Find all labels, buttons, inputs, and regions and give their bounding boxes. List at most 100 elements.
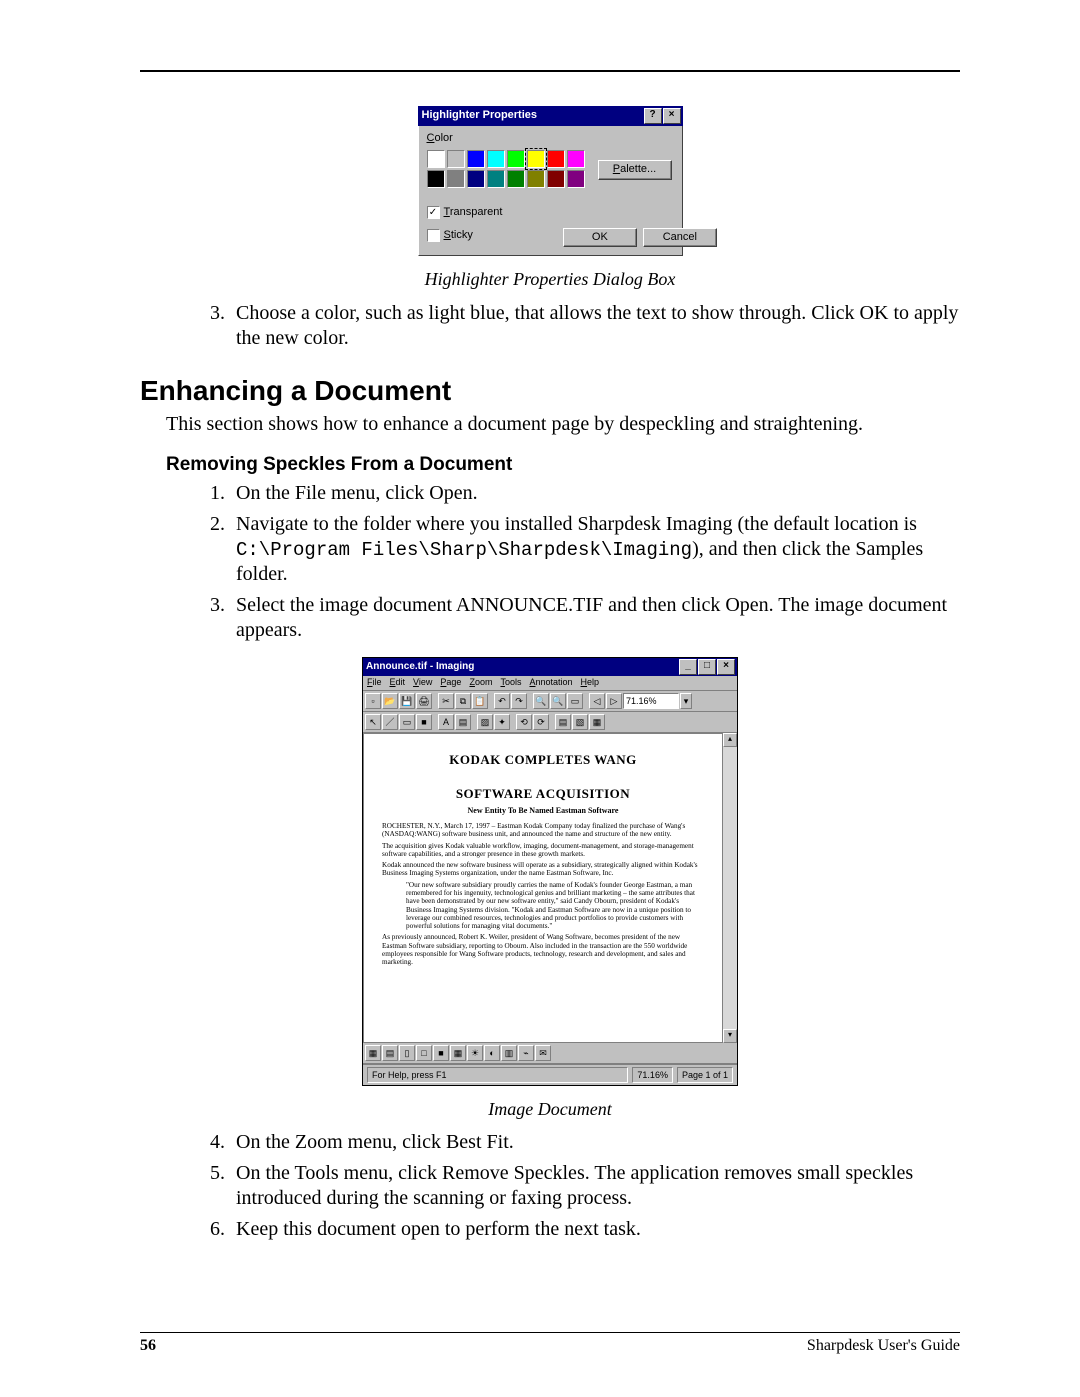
copy-icon[interactable]: ⧉ — [455, 693, 471, 709]
open-icon[interactable]: 📂 — [382, 693, 398, 709]
color-swatch[interactable] — [527, 170, 545, 188]
document-viewport[interactable]: KODAK COMPLETES WANG SOFTWARE ACQUISITIO… — [363, 733, 723, 1043]
zoom-sel-icon[interactable]: ▭ — [567, 693, 583, 709]
menu-view[interactable]: View — [413, 677, 432, 688]
despeckle-icon[interactable]: ▤ — [555, 714, 571, 730]
color-swatch[interactable] — [567, 170, 585, 188]
checkbox-checked-icon[interactable]: ✓ — [427, 206, 440, 219]
annot-fillrect-icon[interactable]: ■ — [416, 714, 432, 730]
menu-zoom[interactable]: Zoom — [469, 677, 492, 688]
palette-button[interactable]: Palette... — [598, 160, 672, 180]
color-swatch[interactable] — [447, 150, 465, 168]
color-swatch[interactable] — [547, 170, 565, 188]
annot-text-icon[interactable]: A — [438, 714, 454, 730]
minimize-icon[interactable]: _ — [679, 659, 697, 675]
mail-icon[interactable]: ✉ — [535, 1045, 551, 1061]
bright-icon[interactable]: ☀ — [467, 1045, 483, 1061]
subsection-heading: Removing Speckles From a Document — [166, 453, 960, 477]
annot-rect-icon[interactable]: ▭ — [399, 714, 415, 730]
menu-page[interactable]: Page — [440, 677, 461, 688]
cut-icon[interactable]: ✂ — [438, 693, 454, 709]
color-swatch[interactable] — [467, 150, 485, 168]
color-swatch[interactable] — [427, 150, 445, 168]
fit-icon[interactable]: □ — [416, 1045, 432, 1061]
page-footer: 56 Sharpdesk User's Guide — [140, 1332, 960, 1355]
scroll-down-icon[interactable]: ▾ — [723, 1029, 737, 1043]
scroll-track[interactable] — [723, 747, 737, 1029]
new-icon[interactable]: ▫ — [365, 693, 381, 709]
color-swatch[interactable] — [567, 150, 585, 168]
imaging-menubar[interactable]: File Edit View Page Zoom Tools Annotation Help — [363, 676, 737, 690]
color-swatch[interactable] — [527, 150, 545, 168]
cancel-button[interactable]: Cancel — [643, 228, 717, 248]
color-swatch[interactable] — [507, 170, 525, 188]
dialog-titlebar[interactable]: Highlighter Properties ? × — [418, 106, 683, 126]
fax-icon[interactable]: ⌁ — [518, 1045, 534, 1061]
zoom-dropdown-icon[interactable]: ▾ — [680, 693, 692, 709]
contrast-icon[interactable]: ◐ — [484, 1045, 500, 1061]
color-swatch[interactable] — [487, 150, 505, 168]
scan-icon[interactable]: ▥ — [501, 1045, 517, 1061]
next-page-icon[interactable]: ▷ — [606, 693, 622, 709]
close-icon[interactable]: × — [717, 659, 735, 675]
redo-icon[interactable]: ↷ — [511, 693, 527, 709]
scroll-up-icon[interactable]: ▴ — [723, 733, 737, 747]
color-swatch[interactable] — [547, 150, 565, 168]
doc-para: "Our new software subsidiary proudly car… — [406, 881, 696, 931]
menu-annotation[interactable]: Annotation — [529, 677, 572, 688]
paste-icon[interactable]: 📋 — [472, 693, 488, 709]
color-swatch[interactable] — [467, 170, 485, 188]
close-icon[interactable]: × — [663, 108, 681, 124]
imaging-title: Announce.tif - Imaging — [366, 661, 678, 674]
annot-note-icon[interactable]: ▤ — [455, 714, 471, 730]
transparent-checkbox-row[interactable]: ✓ Transparent — [427, 206, 674, 220]
rs-step-5: 5.On the Tools menu, click Remove Speckl… — [236, 1161, 960, 1211]
maximize-icon[interactable]: □ — [698, 659, 716, 675]
dialog-title: Highlighter Properties — [422, 109, 643, 123]
rs-step-2: 2.Navigate to the folder where you insta… — [236, 512, 960, 588]
help-icon[interactable]: ? — [644, 108, 662, 124]
print-icon[interactable]: 🖨 — [416, 693, 432, 709]
rotate-right-icon[interactable]: ⟳ — [533, 714, 549, 730]
page-icon[interactable]: ▤ — [382, 1045, 398, 1061]
imaging-statusbar: For Help, press F1 71.16% Page 1 of 1 — [363, 1064, 737, 1085]
annot-highlight-icon[interactable]: ▨ — [477, 714, 493, 730]
zoom-out-icon[interactable]: 🔍 — [550, 693, 566, 709]
checkbox-unchecked-icon[interactable] — [427, 229, 440, 242]
vertical-scrollbar[interactable]: ▴ ▾ — [723, 733, 737, 1043]
color-swatch[interactable] — [487, 170, 505, 188]
onepage-icon[interactable]: ▯ — [399, 1045, 415, 1061]
menu-edit[interactable]: Edit — [390, 677, 406, 688]
thumb-icon[interactable]: ▦ — [365, 1045, 381, 1061]
menu-file[interactable]: File — [367, 677, 382, 688]
zoom-field[interactable]: 71.16% — [623, 693, 679, 709]
color-swatch[interactable] — [427, 170, 445, 188]
save-icon[interactable]: 💾 — [399, 693, 415, 709]
annot-line-icon[interactable]: ／ — [382, 714, 398, 730]
menu-help[interactable]: Help — [581, 677, 600, 688]
undo-icon[interactable]: ↶ — [494, 693, 510, 709]
tool-icon[interactable]: ▦ — [589, 714, 605, 730]
imaging-titlebar[interactable]: Announce.tif - Imaging _ □ × — [363, 658, 737, 676]
color-swatch[interactable] — [447, 170, 465, 188]
doc-headline-2: SOFTWARE ACQUISITION — [384, 786, 702, 802]
gray-icon[interactable]: ▦ — [450, 1045, 466, 1061]
annot-stamp-icon[interactable]: ✦ — [494, 714, 510, 730]
color-swatch[interactable] — [507, 150, 525, 168]
imaging-toolbar-1[interactable]: ▫ 📂 💾 🖨 ✂ ⧉ 📋 ↶ ↷ 🔍 🔍 ▭ ◁ — [363, 691, 737, 712]
prev-page-icon[interactable]: ◁ — [589, 693, 605, 709]
imaging-toolbar-2[interactable]: ↖ ／ ▭ ■ A ▤ ▨ ✦ ⟲ ⟳ ▤ ▧ ▦ — [363, 712, 737, 733]
section-intro: This section shows how to enhance a docu… — [166, 412, 960, 437]
highlighter-properties-dialog: Highlighter Properties ? × Color Palette… — [418, 106, 683, 256]
imaging-toolbar-3[interactable]: ▦ ▤ ▯ □ ■ ▦ ☀ ◐ ▥ ⌁ ✉ — [363, 1043, 737, 1064]
ok-button[interactable]: OK — [563, 228, 637, 248]
zoom-in-icon[interactable]: 🔍 — [533, 693, 549, 709]
straighten-icon[interactable]: ▧ — [572, 714, 588, 730]
rotate-left-icon[interactable]: ⟲ — [516, 714, 532, 730]
black-icon[interactable]: ■ — [433, 1045, 449, 1061]
annot-select-icon[interactable]: ↖ — [365, 714, 381, 730]
guide-name: Sharpdesk User's Guide — [807, 1337, 960, 1355]
step-3: 3.Choose a color, such as light blue, th… — [236, 301, 960, 351]
menu-tools[interactable]: Tools — [500, 677, 521, 688]
sticky-checkbox-row[interactable]: Sticky — [427, 229, 473, 243]
